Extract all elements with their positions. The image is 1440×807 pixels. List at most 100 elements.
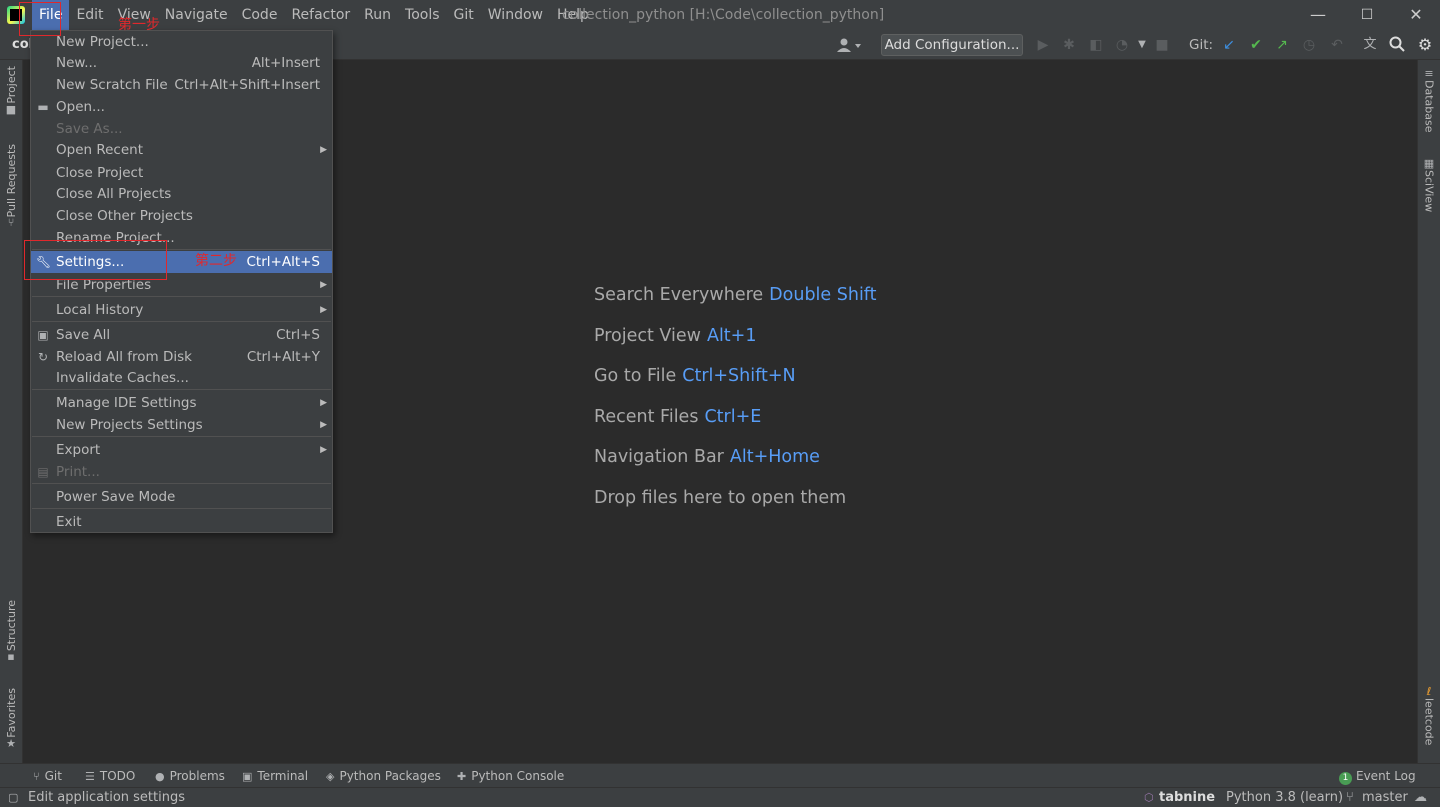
translate-icon[interactable]: 文 [1361, 36, 1379, 54]
menu-manage-ide-settings[interactable]: Manage IDE Settings ▶ [31, 392, 332, 414]
git-branch[interactable]: master [1362, 788, 1408, 807]
menu-new-projects-settings[interactable]: New Projects Settings ▶ [31, 414, 332, 436]
menu-item-shortcut: Ctrl+Alt+Y [246, 349, 320, 365]
tab-todo[interactable]: ☰ TODO [85, 764, 135, 789]
tab-structure[interactable]: Structure ▪ [0, 600, 22, 663]
menu-open[interactable]: ▬ Open... [31, 96, 332, 118]
menu-edit[interactable]: Edit [69, 0, 110, 30]
menu-separator [32, 436, 331, 437]
hint-search-everywhere: Search Everywhere Double Shift [594, 285, 877, 326]
menu-git[interactable]: Git [447, 0, 481, 30]
menu-item-label: New Projects Settings [56, 417, 203, 433]
tab-database[interactable]: ≡ Database [1418, 68, 1440, 133]
menu-refactor[interactable]: Refactor [284, 0, 357, 30]
menu-print[interactable]: ▤ Print... [31, 461, 332, 483]
file-menu-dropdown: New Project... New... Alt+Insert New Scr… [30, 30, 333, 533]
account-icon[interactable] [836, 36, 864, 54]
coverage-icon[interactable]: ◧ [1087, 36, 1105, 54]
tab-project[interactable]: Project ■ [0, 66, 22, 116]
submenu-arrow-icon: ▶ [320, 280, 327, 290]
menu-save-as[interactable]: Save As... [31, 118, 332, 140]
tab-python-console[interactable]: ✚ Python Console [457, 764, 564, 789]
notifications-icon[interactable]: ☁ [1414, 788, 1427, 807]
menu-new-scratch-file[interactable]: New Scratch File Ctrl+Alt+Shift+Insert [31, 74, 332, 96]
menu-item-label: New Scratch File [56, 77, 168, 93]
hint-drop-files: Drop files here to open them [594, 488, 877, 529]
tab-leetcode[interactable]: ℓ leetcode [1418, 686, 1440, 746]
menu-navigate[interactable]: Navigate [158, 0, 235, 30]
terminal-icon: ▣ [242, 770, 253, 783]
settings-gear-icon[interactable]: ⚙ [1416, 36, 1434, 54]
status-bar: ▢ Edit application settings ⬡ tabnine Py… [0, 787, 1440, 807]
toggle-tool-windows-icon[interactable]: ▢ [8, 788, 18, 807]
hint-key: Alt+1 [706, 325, 757, 346]
tab-problems[interactable]: ● Problems [155, 764, 225, 789]
menu-save-all[interactable]: ▣ Save All Ctrl+S [31, 324, 332, 346]
tab-git[interactable]: ⑂ Git [33, 764, 62, 789]
close-button[interactable]: ✕ [1393, 0, 1439, 30]
hint-recent-files: Recent Files Ctrl+E [594, 407, 877, 448]
submenu-arrow-icon: ▶ [320, 398, 327, 408]
menu-local-history[interactable]: Local History ▶ [31, 299, 332, 321]
tab-pull-requests[interactable]: Pull Requests ⑂ [0, 144, 22, 229]
window-title: collection_python [H:\Code\collection_py… [562, 7, 885, 23]
event-log-button[interactable]: 1 Event Log [1339, 764, 1416, 788]
folder-icon: ■ [5, 102, 17, 116]
run-icon[interactable]: ▶ [1034, 36, 1052, 54]
tab-pull-requests-label: Pull Requests [4, 144, 18, 218]
minimize-button[interactable]: — [1295, 0, 1341, 30]
tab-todo-label: TODO [99, 769, 136, 783]
hint-label: Search Everywhere [594, 285, 764, 305]
menu-close-other-projects[interactable]: Close Other Projects [31, 205, 332, 227]
menu-close-all-projects[interactable]: Close All Projects [31, 183, 332, 205]
menu-separator [32, 389, 331, 390]
tabnine-label[interactable]: tabnine [1159, 788, 1215, 807]
menu-run[interactable]: Run [357, 0, 398, 30]
menu-new[interactable]: New... Alt+Insert [31, 52, 332, 74]
tab-problems-label: Problems [169, 769, 225, 783]
menu-item-shortcut: Ctrl+Alt+Shift+Insert [174, 77, 320, 93]
maximize-button[interactable]: ☐ [1344, 0, 1390, 30]
tab-favorites[interactable]: Favorites ★ [0, 688, 22, 750]
menu-invalidate-caches[interactable]: Invalidate Caches... [31, 367, 332, 389]
hint-label: Navigation Bar [594, 447, 724, 468]
tab-python-packages[interactable]: ◈ Python Packages [326, 764, 441, 789]
menu-export[interactable]: Export ▶ [31, 439, 332, 461]
profile-icon[interactable]: ◔ [1113, 36, 1131, 54]
menu-close-project[interactable]: Close Project [31, 162, 332, 184]
git-history-icon[interactable]: ◷ [1300, 36, 1318, 54]
menu-power-save-mode[interactable]: Power Save Mode [31, 486, 332, 508]
python-console-icon: ✚ [457, 770, 467, 783]
menu-window[interactable]: Window [481, 0, 550, 30]
add-configuration-button[interactable]: Add Configuration... [881, 34, 1023, 56]
menu-code[interactable]: Code [235, 0, 285, 30]
menu-open-recent[interactable]: Open Recent ▶ [31, 139, 332, 161]
hint-label: Drop files here to open them [594, 487, 847, 508]
menu-item-shortcut: Ctrl+S [276, 327, 320, 343]
menu-new-project[interactable]: New Project... [31, 31, 332, 53]
menu-bar: File Edit View Navigate Code Refactor Ru… [32, 0, 596, 30]
debug-icon[interactable]: ✱ [1060, 36, 1078, 54]
menu-reload-all-from-disk[interactable]: ↻ Reload All from Disk Ctrl+Alt+Y [31, 346, 332, 368]
python-interpreter[interactable]: Python 3.8 (learn) [1226, 788, 1343, 807]
menu-separator [32, 321, 331, 322]
git-push-icon[interactable]: ↗ [1273, 36, 1291, 54]
step1-highlight-box [19, 2, 61, 36]
tab-project-label: Project [4, 66, 18, 104]
menu-exit[interactable]: Exit [31, 511, 332, 533]
git-commit-icon[interactable]: ✔ [1247, 36, 1265, 54]
more-run-options-icon[interactable]: ▼ [1133, 36, 1151, 54]
step2-highlight-box [24, 240, 167, 280]
folder-open-icon: ▬ [37, 100, 49, 114]
menu-tools[interactable]: Tools [398, 0, 447, 30]
git-update-icon[interactable]: ↙ [1220, 36, 1238, 54]
tabnine-logo-icon: ⬡ [1144, 791, 1154, 804]
git-rollback-icon[interactable]: ↶ [1328, 36, 1346, 54]
search-icon[interactable] [1388, 36, 1406, 54]
tab-database-label: Database [1422, 80, 1436, 133]
stop-icon[interactable]: ■ [1153, 36, 1171, 54]
tab-sciview[interactable]: ▦ SciView [1418, 158, 1440, 213]
packages-icon: ◈ [326, 770, 335, 783]
tab-terminal[interactable]: ▣ Terminal [242, 764, 308, 789]
reload-icon: ↻ [37, 350, 49, 364]
